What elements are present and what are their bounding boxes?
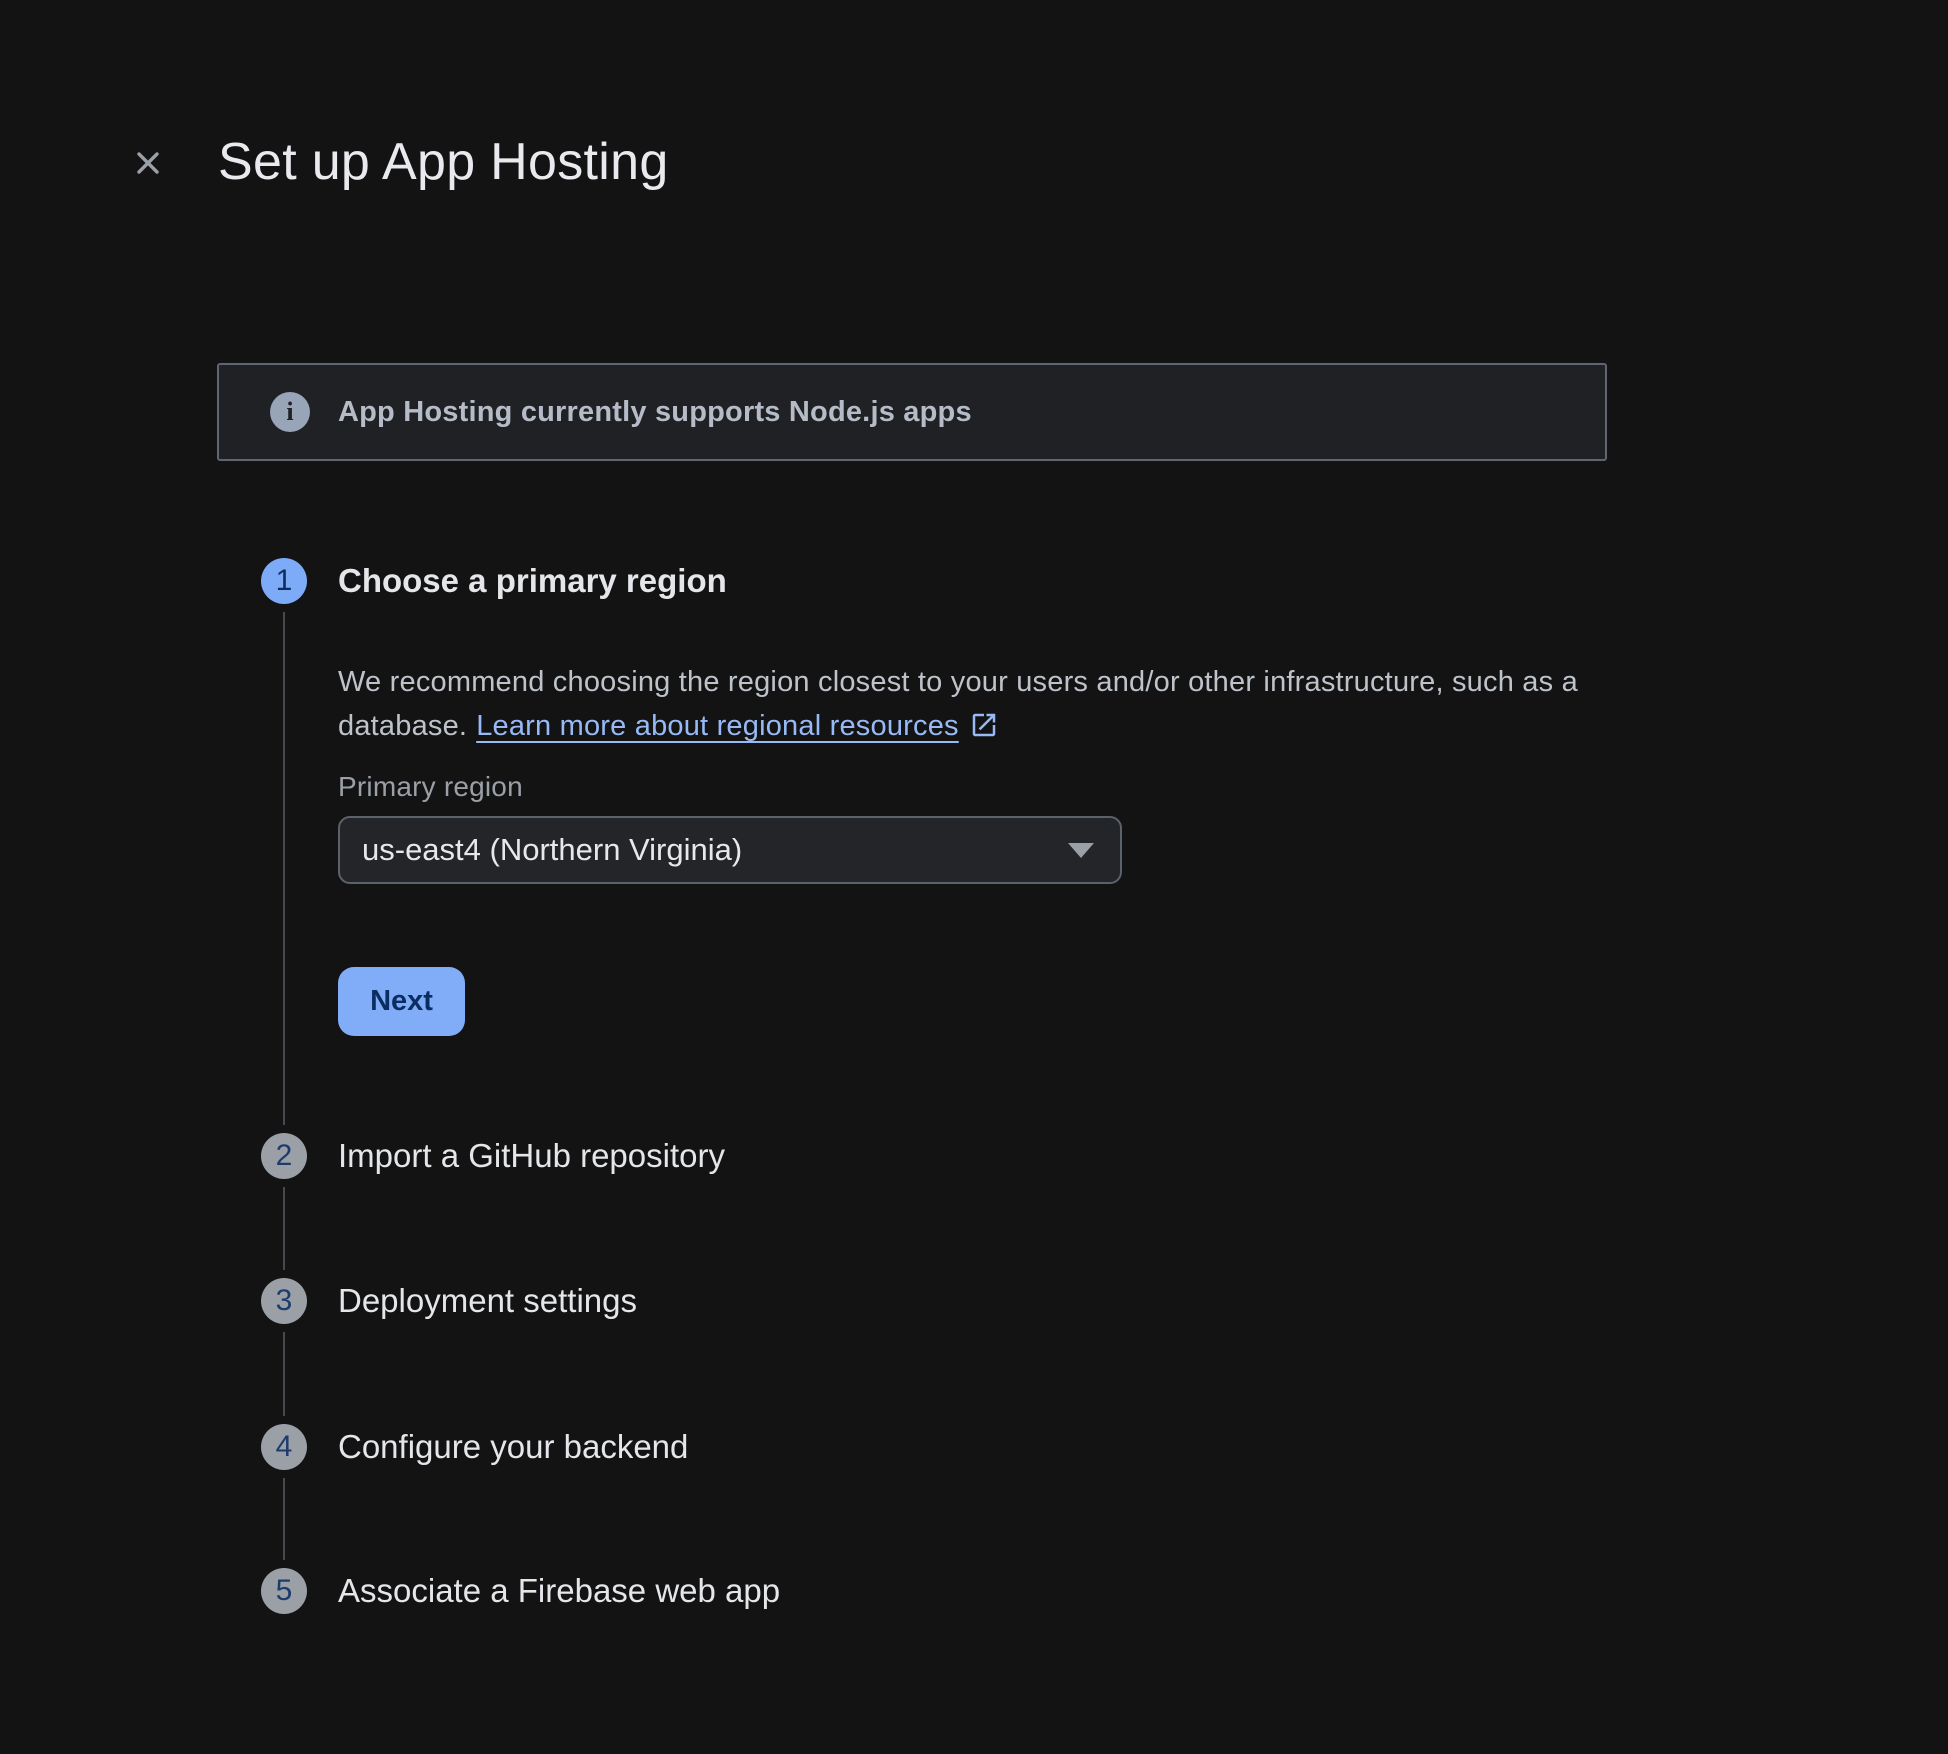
step-5-number: 5 bbox=[276, 1574, 293, 1608]
step-1-circle: 1 bbox=[261, 558, 307, 604]
step-3-title: Deployment settings bbox=[338, 1278, 637, 1324]
dropdown-arrow-icon bbox=[1068, 843, 1094, 858]
step-1-title: Choose a primary region bbox=[338, 558, 727, 604]
step-5-title: Associate a Firebase web app bbox=[338, 1568, 780, 1614]
banner-message: App Hosting currently supports Node.js a… bbox=[338, 396, 972, 429]
step-4-title: Configure your backend bbox=[338, 1424, 688, 1470]
step-4-number: 4 bbox=[276, 1430, 293, 1464]
step-5-circle: 5 bbox=[261, 1568, 307, 1614]
region-description-line2: database. Learn more about regional resou… bbox=[338, 704, 999, 748]
page-title: Set up App Hosting bbox=[218, 132, 669, 192]
close-button[interactable] bbox=[126, 141, 170, 185]
step-3-number: 3 bbox=[276, 1284, 293, 1318]
step-1-number: 1 bbox=[276, 564, 293, 598]
stepper-connector bbox=[283, 1187, 285, 1270]
region-description-prefix: database. bbox=[338, 710, 467, 742]
primary-region-label: Primary region bbox=[338, 771, 523, 803]
stepper-connector bbox=[283, 612, 285, 1125]
learn-more-link[interactable]: Learn more about regional resources bbox=[476, 710, 999, 742]
step-3-circle: 3 bbox=[261, 1278, 307, 1324]
external-link-icon bbox=[969, 709, 999, 753]
close-icon bbox=[130, 145, 166, 181]
stepper-connector bbox=[283, 1478, 285, 1560]
primary-region-select[interactable]: us-east4 (Northern Virginia) bbox=[338, 816, 1122, 884]
learn-more-link-label: Learn more about regional resources bbox=[476, 710, 959, 742]
step-2-title: Import a GitHub repository bbox=[338, 1133, 725, 1179]
primary-region-value: us-east4 (Northern Virginia) bbox=[362, 832, 742, 868]
step-4-circle: 4 bbox=[261, 1424, 307, 1470]
info-icon: i bbox=[270, 392, 310, 432]
info-banner: i App Hosting currently supports Node.js… bbox=[217, 363, 1607, 461]
next-button[interactable]: Next bbox=[338, 967, 465, 1036]
info-icon-glyph: i bbox=[286, 397, 293, 427]
setup-app-hosting-dialog: { "header": { "title": "Set up App Hosti… bbox=[0, 0, 1948, 1754]
step-2-number: 2 bbox=[276, 1139, 293, 1173]
stepper-connector bbox=[283, 1332, 285, 1416]
step-2-circle: 2 bbox=[261, 1133, 307, 1179]
region-description-line1: We recommend choosing the region closest… bbox=[338, 660, 1578, 704]
